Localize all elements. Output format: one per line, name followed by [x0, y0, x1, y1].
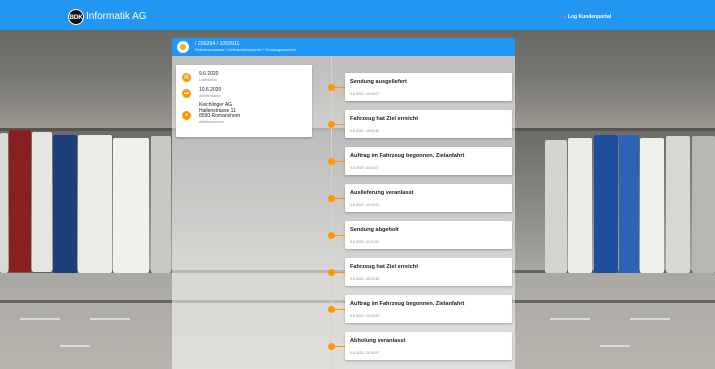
timeline-connector: [335, 272, 345, 273]
event-timestamp: 9.6.2020, 15:18:57: [350, 351, 380, 355]
timeline-connector: [335, 235, 345, 236]
event-timestamp: 9.6.2020, 16:04:07: [350, 166, 380, 170]
timeline-event-card[interactable]: Sendung ausgeliefert 9.6.2020, 16:04:07: [345, 73, 512, 101]
event-title: Auftrag im Fahrzeug begonnen. Zielanfahr…: [350, 153, 465, 159]
timeline-event-card[interactable]: Auftrag im Fahrzeug begonnen. Zielanfahr…: [345, 295, 512, 323]
background-road-marking: [60, 345, 90, 347]
background-road-marking: [600, 345, 630, 347]
timeline-dot: [328, 83, 335, 91]
background-road-marking: [90, 318, 130, 320]
background-trailer: [640, 138, 664, 273]
calendar-icon: ▤: [182, 73, 191, 82]
background-road-marking: [550, 318, 590, 320]
event-timestamp: 9.6.2020, 15:23:09: [350, 314, 380, 318]
event-title: Sendung abgeholt: [350, 227, 399, 233]
timeline-dot: [328, 120, 335, 128]
event-title: Auslieferung veranlasst: [350, 190, 414, 196]
timeline-event-card[interactable]: Auslieferung veranlasst 9.6.2020, 16:29:0…: [345, 184, 512, 212]
background-trailer: [545, 140, 567, 273]
background-trailer: [692, 136, 715, 273]
timeline-connector: [335, 87, 345, 88]
background-trailer: [619, 135, 639, 273]
event-timestamp: 9.6.2020, 16:04:07: [350, 92, 380, 96]
delivery-date-caption: Ablieferdatum: [199, 94, 222, 98]
loading-date-value: 9.6.2020: [199, 71, 219, 77]
timeline-event-card[interactable]: Fahrzeug hat Ziel erreicht 9.6.2020, 15:5…: [345, 110, 512, 138]
truck-icon: ▬: [182, 89, 191, 98]
loading-date-caption: Ladedatum: [199, 78, 217, 82]
timeline-event-card[interactable]: Sendung abgeholt 9.6.2020, 16:22:00: [345, 221, 512, 249]
delivery-address-caption: Ablieferadresse: [199, 120, 224, 124]
location-icon: ●: [182, 111, 191, 120]
top-app-bar: BDK Informatik AG Log Kundenportal: [0, 0, 715, 30]
background-trailer: [113, 138, 149, 273]
timeline-connector: [335, 346, 345, 347]
timeline-dot: [328, 342, 335, 350]
event-title: Sendung ausgeliefert: [350, 79, 407, 85]
background-trailer: [78, 135, 112, 273]
timeline-event-card[interactable]: Fahrzeug hat Ziel erreicht 9.6.2020, 15:2…: [345, 258, 512, 286]
background-trailer: [568, 138, 592, 273]
timeline-connector: [335, 161, 345, 162]
timeline-event-card[interactable]: Auftrag im Fahrzeug begonnen. Zielanfahr…: [345, 147, 512, 175]
event-timestamp: 9.6.2020, 15:54:48: [350, 129, 380, 133]
timeline-connector: [335, 124, 345, 125]
company-logo[interactable]: BDK: [68, 9, 84, 25]
timeline-connector: [335, 309, 345, 310]
background-road-marking: [20, 318, 60, 320]
delivery-address-row: ● Keichlinger AG Hallenstrasse 11 8590 R…: [176, 102, 312, 133]
event-title: Fahrzeug hat Ziel erreicht: [350, 264, 419, 270]
company-name: Informatik AG: [86, 11, 147, 22]
customer-portal-link[interactable]: Log Kundenportal: [563, 14, 611, 20]
delivery-date-row: ▬ 10.6.2020 Ablieferdatum: [176, 86, 312, 102]
background-road-marking: [630, 318, 670, 320]
shipment-status-icon: [177, 41, 189, 53]
event-timestamp: 9.6.2020, 16:29:00: [350, 203, 380, 207]
timeline-dot: [328, 194, 335, 202]
event-title: Fahrzeug hat Ziel erreicht: [350, 116, 419, 122]
login-icon: [563, 16, 566, 18]
shipment-numbers: / 200264 / 1059911: [195, 41, 240, 47]
timeline-connector: [335, 198, 345, 199]
timeline-dot: [328, 157, 335, 165]
event-timestamp: 9.6.2020, 16:22:00: [350, 240, 380, 244]
shipment-info-card: ▤ 9.6.2020 Ladedatum ▬ 10.6.2020 Abliefe…: [176, 65, 312, 137]
event-title: Abholung veranlasst: [350, 338, 406, 344]
background-trailer: [594, 135, 618, 273]
event-title: Auftrag im Fahrzeug begonnen. Zielanfahr…: [350, 301, 465, 307]
background-trailer: [32, 132, 52, 272]
background-trailer: [0, 133, 8, 273]
background-trailer: [151, 136, 171, 273]
loading-date-row: ▤ 9.6.2020 Ladedatum: [176, 70, 312, 86]
timeline-event-card[interactable]: Abholung veranlasst 9.6.2020, 15:18:57: [345, 332, 512, 360]
shipment-header: / 200264 / 1059911 Referenznummer / Lief…: [172, 38, 515, 56]
address-city: 8590 Romanshorn: [199, 113, 241, 119]
shipment-numbers-caption: Referenznummer / Lieferscheinnummer / Se…: [195, 48, 297, 52]
delivery-date-value: 10.6.2020: [199, 87, 222, 93]
timeline-dot: [328, 268, 335, 276]
timeline-dot: [328, 231, 335, 239]
background-trailer: [9, 130, 31, 272]
background-trailer: [666, 136, 690, 273]
timeline-line: [331, 56, 332, 369]
customer-portal-label: Log Kundenportal: [567, 14, 611, 20]
event-timestamp: 9.6.2020, 15:23:36: [350, 277, 380, 281]
background-trailer: [53, 135, 77, 273]
timeline-dot: [328, 305, 335, 313]
